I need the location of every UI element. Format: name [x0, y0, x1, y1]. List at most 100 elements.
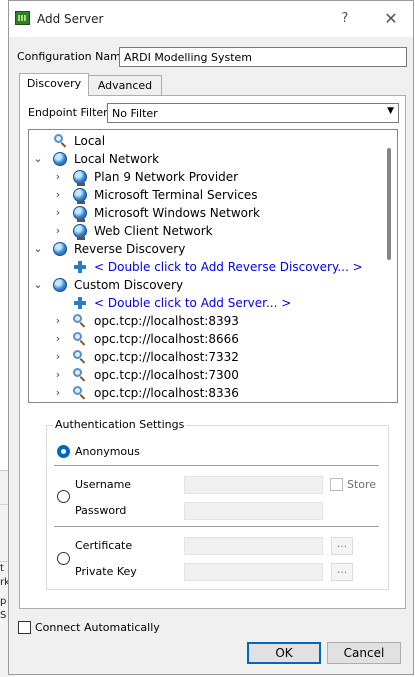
search-icon [73, 350, 87, 364]
tree-item-label: < Double click to Add Reverse Discovery.… [94, 260, 363, 274]
chevron-down-icon[interactable]: ⌄ [33, 276, 43, 294]
chevron-right-icon[interactable]: › [53, 330, 63, 348]
certificate-radio[interactable] [57, 552, 70, 565]
tree-item-label: opc.tcp://localhost:8336 [94, 386, 239, 400]
chevron-right-icon[interactable]: › [53, 348, 63, 366]
private-key-label: Private Key [75, 565, 137, 578]
tree-item-server[interactable]: › opc.tcp://localhost:8336 [29, 384, 379, 402]
endpoint-filter-select[interactable]: No Filter ▼ [107, 103, 399, 123]
globe-icon [53, 242, 67, 256]
tab-advanced[interactable]: Advanced [88, 75, 162, 97]
tree-item-label: opc.tcp://localhost:7300 [94, 368, 239, 382]
password-input[interactable] [184, 502, 323, 520]
scrollbar-thumb[interactable] [387, 148, 391, 260]
chevron-down-icon[interactable]: ⌄ [33, 150, 43, 168]
username-label: Username [75, 478, 132, 491]
tree-item-plan9[interactable]: › Plan 9 Network Provider [29, 168, 379, 186]
username-password-radio[interactable] [57, 490, 70, 503]
tree-item-reverse-discovery[interactable]: ⌄ Reverse Discovery [29, 240, 379, 258]
tree-scrollbar[interactable] [381, 130, 397, 402]
endpoint-filter-value: No Filter [112, 107, 158, 120]
tree-item-label: Plan 9 Network Provider [94, 170, 239, 184]
network-globe-icon [73, 206, 87, 222]
background-text: S [0, 610, 7, 621]
tree-item-add-server[interactable]: < Double click to Add Server... > [29, 294, 379, 312]
title-bar[interactable]: Add Server ? ✕ [9, 1, 413, 37]
tree-item-server[interactable]: › opc.tcp://localhost:8666 [29, 330, 379, 348]
search-icon [54, 134, 68, 148]
tab-discovery[interactable]: Discovery [19, 73, 89, 96]
background-text: t [0, 563, 4, 574]
search-icon [73, 332, 87, 346]
add-server-dialog: Add Server ? ✕ Configuration Name ARDI M… [8, 0, 414, 675]
globe-icon [53, 152, 67, 166]
discovery-tree[interactable]: Local ⌄ Local Network › Plan 9 Network P… [28, 129, 398, 403]
authentication-settings-title: Authentication Settings [53, 418, 187, 431]
search-icon [73, 386, 87, 400]
chevron-right-icon[interactable]: › [53, 222, 63, 240]
connect-automatically-label: Connect Automatically [35, 621, 160, 634]
network-globe-icon [73, 170, 87, 186]
network-globe-icon [73, 224, 87, 240]
tree-item-label: Microsoft Terminal Services [94, 188, 258, 202]
browse-certificate-button[interactable]: ... [331, 537, 353, 555]
username-input[interactable] [184, 476, 323, 494]
ok-button[interactable]: OK [247, 642, 321, 664]
tree-item-label: Reverse Discovery [74, 242, 186, 256]
close-button[interactable]: ✕ [381, 9, 401, 29]
configuration-name-label: Configuration Name [17, 50, 128, 63]
globe-icon [53, 278, 67, 292]
tree-item-add-reverse-discovery[interactable]: < Double click to Add Reverse Discovery.… [29, 258, 379, 276]
chevron-right-icon[interactable]: › [53, 186, 63, 204]
tree-item-label: Custom Discovery [74, 278, 184, 292]
separator [54, 465, 379, 466]
tree-item-server[interactable]: › opc.tcp://localhost:8393 [29, 312, 379, 330]
separator [54, 526, 379, 527]
search-icon [73, 368, 87, 382]
plus-icon [73, 296, 87, 310]
tree-item-windows-network[interactable]: › Microsoft Windows Network [29, 204, 379, 222]
tree-item-label: Local [74, 134, 106, 148]
endpoint-filter-label: Endpoint Filter: [28, 106, 112, 119]
search-icon [73, 314, 87, 328]
tree-item-label: Web Client Network [94, 224, 213, 238]
configuration-name-value: ARDI Modelling System [124, 51, 252, 64]
chevron-right-icon[interactable]: › [53, 384, 63, 402]
network-globe-icon [73, 188, 87, 204]
chevron-right-icon[interactable]: › [53, 204, 63, 222]
browse-private-key-button[interactable]: ... [331, 563, 353, 581]
tree-item-server[interactable]: › opc.tcp://localhost:7300 [29, 366, 379, 384]
tree-item-label: opc.tcp://localhost:8393 [94, 314, 239, 328]
plus-icon [73, 260, 87, 274]
tree-item-label: < Double click to Add Server... > [94, 296, 292, 310]
tree-item-server[interactable]: › opc.tcp://localhost:7332 [29, 348, 379, 366]
chevron-right-icon[interactable]: › [53, 312, 63, 330]
tree-item-web-client-network[interactable]: › Web Client Network [29, 222, 379, 240]
anonymous-radio[interactable] [57, 445, 70, 458]
tree-item-custom-discovery[interactable]: ⌄ Custom Discovery [29, 276, 379, 294]
certificate-label: Certificate [75, 539, 133, 552]
help-button[interactable]: ? [335, 9, 355, 29]
connect-automatically-checkbox[interactable] [18, 621, 31, 634]
window-title: Add Server [37, 12, 104, 26]
dropdown-arrow-icon: ▼ [387, 106, 394, 116]
chevron-right-icon[interactable]: › [53, 366, 63, 384]
chevron-right-icon[interactable]: › [53, 168, 63, 186]
chevron-down-icon[interactable]: ⌄ [33, 240, 43, 258]
authentication-settings-group: Authentication Settings Anonymous Userna… [46, 418, 389, 590]
password-label: Password [75, 504, 127, 517]
private-key-input[interactable] [184, 563, 323, 581]
tree-item-terminal-services[interactable]: › Microsoft Terminal Services [29, 186, 379, 204]
tree-item-local[interactable]: Local [29, 132, 379, 150]
store-checkbox[interactable] [330, 478, 343, 491]
configuration-name-input[interactable]: ARDI Modelling System [119, 47, 407, 67]
cancel-button[interactable]: Cancel [327, 642, 401, 664]
tree-item-label: opc.tcp://localhost:8666 [94, 332, 239, 346]
tree-item-label: opc.tcp://localhost:7332 [94, 350, 239, 364]
store-label: Store [347, 478, 377, 491]
background-text: p [0, 596, 7, 607]
app-icon [15, 11, 30, 25]
tree-item-label: Microsoft Windows Network [94, 206, 260, 220]
certificate-input[interactable] [184, 537, 323, 555]
tree-item-local-network[interactable]: ⌄ Local Network [29, 150, 379, 168]
